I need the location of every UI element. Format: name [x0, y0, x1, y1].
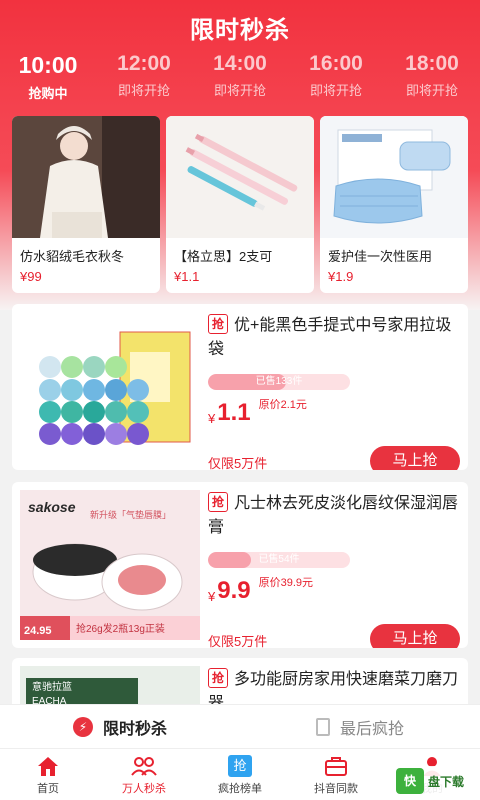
product-name: 【格立思】2支可: [174, 249, 273, 264]
page-title: 限时秒杀: [190, 17, 290, 44]
sold-count: 已售133件: [255, 376, 303, 387]
product-card[interactable]: 爱护佳一次性医用 ¥1.9: [320, 116, 468, 293]
session-time: 14:00: [213, 52, 267, 75]
sold-count: 已售54件: [258, 554, 300, 565]
nav-home[interactable]: 首页: [0, 749, 96, 800]
product-price: ¥1.1: [174, 269, 200, 284]
lightning-icon: ⚡: [72, 716, 93, 737]
session-tab-1000[interactable]: 10:00 抢购中: [0, 52, 96, 102]
item-title-wrap: 抢优+能黑色手提式中号家用拉圾袋: [208, 314, 460, 362]
grab-now-button[interactable]: 马上抢: [370, 624, 460, 648]
sold-progress-bar: 已售133件: [208, 374, 350, 390]
section-tabs: ⚡ 限时秒杀 最后疯抢: [0, 704, 480, 748]
product-image-masks: [320, 116, 468, 238]
product-image-trash-bags: [20, 312, 200, 462]
grab-now-button[interactable]: 马上抢: [370, 446, 460, 470]
session-time: 18:00: [405, 52, 459, 75]
image-brand-text: 意驰拉篮: [32, 680, 72, 693]
hourglass-icon: [315, 717, 330, 736]
product-image-lip-balm: sakose 新升级「气垫唇膜」 24.95 抢26g发2瓶13g正装: [20, 490, 200, 640]
session-time: 10:00: [18, 52, 78, 78]
item-info: 抢凡士林去死皮淡化唇纹保湿润唇膏 已售54件 ¥ 9.9 原价39.9元 仅限5…: [208, 492, 460, 648]
nav-label: 万人秒杀: [122, 782, 166, 795]
item-title-wrap: 抢凡士林去死皮淡化唇纹保湿润唇膏: [208, 492, 460, 540]
nav-flash-sale[interactable]: 万人秒杀: [96, 749, 192, 800]
image-price-badge: 24.95: [24, 625, 52, 637]
stock-limit: 仅限5万件: [208, 634, 268, 648]
bag-icon: [324, 754, 348, 778]
flash-sale-item[interactable]: sakose 新升级「气垫唇膜」 24.95 抢26g发2瓶13g正装 抢凡士林…: [12, 482, 468, 648]
currency-symbol: ¥: [208, 411, 216, 426]
grab-icon: 抢: [228, 754, 252, 778]
item-info: 抢优+能黑色手提式中号家用拉圾袋 已售133件 ¥ 1.1 原价2.1元 仅限5…: [208, 314, 460, 470]
session-tab-1800[interactable]: 18:00 即将开抢: [384, 52, 480, 102]
session-time: 12:00: [117, 52, 171, 75]
nav-label: 首页: [37, 782, 59, 795]
product-name: 仿水貂绒毛衣秋冬: [20, 249, 125, 264]
product-card[interactable]: 【格立思】2支可 ¥1.1: [166, 116, 314, 293]
grab-tag-icon: 抢: [208, 314, 228, 334]
session-status: 即将开抢: [117, 83, 170, 98]
session-bar: 10:00 抢购中 12:00 即将开抢 14:00 即将开抢 16:00 即将…: [0, 52, 480, 102]
session-status: 即将开抢: [309, 83, 362, 98]
session-time: 16:00: [309, 52, 363, 75]
currency-symbol: ¥: [208, 589, 216, 604]
flash-sale-item[interactable]: 抢优+能黑色手提式中号家用拉圾袋 已售133件 ¥ 1.1 原价2.1元 仅限5…: [12, 304, 468, 470]
product-image-sweater: [12, 116, 160, 238]
nav-ranking[interactable]: 抢 疯抢榜单: [192, 749, 288, 800]
sale-price: 9.9: [217, 577, 251, 604]
crowd-icon: [130, 754, 158, 778]
session-status: 即将开抢: [213, 83, 266, 98]
grab-tag-icon: 抢: [208, 668, 228, 688]
item-title: 凡士林去死皮淡化唇纹保湿润唇膏: [208, 495, 459, 536]
product-card[interactable]: 仿水貂绒毛衣秋冬 ¥99: [12, 116, 160, 293]
image-promo-text: 抢26g发2瓶13g正装: [76, 622, 165, 635]
session-status: 抢购中: [28, 86, 68, 101]
original-price: 原价39.9元: [258, 577, 314, 589]
product-name: 爱护佳一次性医用: [328, 249, 433, 264]
price-row: ¥ 9.9 原价39.9元: [208, 574, 460, 604]
product-price: ¥99: [20, 269, 42, 284]
site-watermark: 快 盘下载: [396, 766, 472, 796]
session-tab-1600[interactable]: 16:00 即将开抢: [288, 52, 384, 102]
sale-price: 1.1: [217, 399, 251, 426]
top-product-cards: 仿水貂绒毛衣秋冬 ¥99 【格立思】2支可 ¥1.1 爱护佳一次性医用 ¥1.9: [12, 116, 468, 293]
session-status: 即将开抢: [405, 83, 458, 98]
grab-tag-icon: 抢: [208, 492, 228, 512]
product-price: ¥1.9: [328, 269, 354, 284]
item-title: 优+能黑色手提式中号家用拉圾袋: [208, 317, 452, 358]
tab-last-chance[interactable]: 最后疯抢: [240, 705, 480, 748]
stock-limit: 仅限5万件: [208, 456, 268, 470]
price-row: ¥ 1.1 原价2.1元: [208, 396, 460, 426]
nav-label: 抖音同款: [314, 782, 358, 795]
tab-flash-sale[interactable]: ⚡ 限时秒杀: [0, 705, 240, 748]
tab-label: 限时秒杀: [102, 720, 167, 738]
session-tab-1200[interactable]: 12:00 即将开抢: [96, 52, 192, 102]
image-headline-text: 新升级「气垫唇膜」: [90, 509, 171, 520]
nav-douyin-same[interactable]: 抖音同款: [288, 749, 384, 800]
watermark-logo: 快: [396, 768, 424, 794]
product-image-pens: [166, 116, 314, 238]
home-icon: [36, 754, 60, 778]
image-brand-text: sakose: [28, 499, 76, 515]
session-tab-1400[interactable]: 14:00 即将开抢: [192, 52, 288, 102]
sold-progress-bar: 已售54件: [208, 552, 350, 568]
original-price: 原价2.1元: [258, 399, 307, 411]
watermark-text: 盘下载: [428, 774, 465, 789]
tab-label: 最后疯抢: [339, 720, 404, 738]
nav-label: 疯抢榜单: [218, 782, 262, 795]
